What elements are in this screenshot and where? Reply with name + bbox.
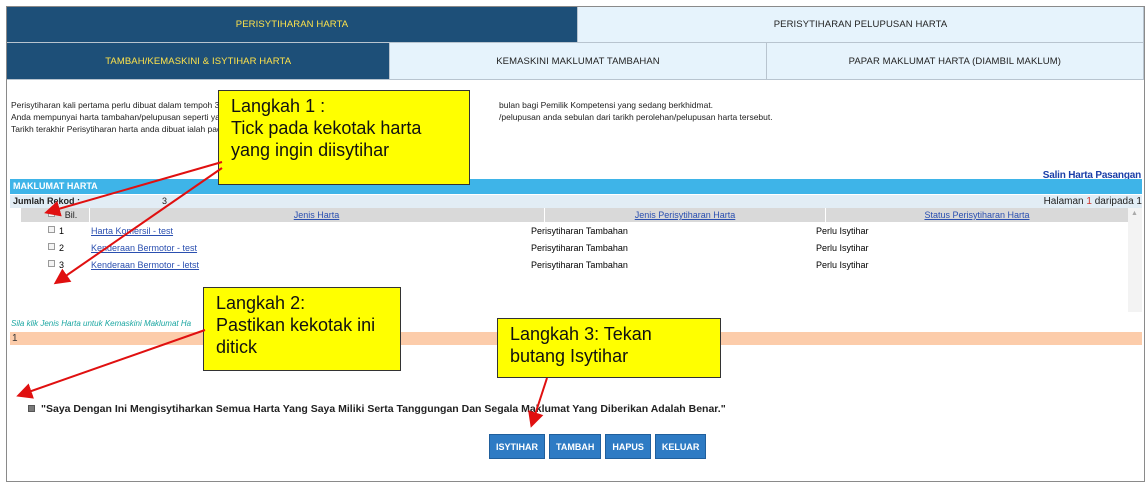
action-buttons: ISYTIHAR TAMBAH HAPUS KELUAR (489, 434, 707, 459)
row-no: 1 (59, 226, 65, 236)
intro-line1-right: bulan bagi Pemilik Kompetensi yang sedan… (499, 100, 714, 110)
callout-step1: Langkah 1 : Tick pada kekotak harta yang… (218, 90, 470, 185)
app-frame: PERISYTIHARAN HARTA PERISYTIHARAN PELUPU… (6, 6, 1145, 482)
table-row: 3 Kenderaan Bermotor - letst Perisytihar… (21, 257, 1128, 273)
table-scrollbar[interactable]: ▲ (1128, 208, 1142, 312)
hapus-button[interactable]: HAPUS (605, 434, 651, 459)
tab-perisytiharan-harta[interactable]: PERISYTIHARAN HARTA (7, 7, 578, 43)
record-count-value: 3 (162, 196, 168, 206)
callout-step2: Langkah 2: Pastikan kekotak ini ditick (203, 287, 401, 371)
row-jenis-perisytiharan: Perisytiharan Tambahan (531, 260, 628, 270)
table-header: Bil. Jenis Harta Jenis Perisytiharan Har… (21, 208, 1128, 222)
page-suffix: daripada 1 (1094, 196, 1142, 207)
select-all-checkbox[interactable] (48, 210, 55, 217)
row-jenis-perisytiharan: Perisytiharan Tambahan (531, 243, 628, 253)
hint-text: Sila klik Jenis Harta untuk Kemaskini Ma… (11, 319, 192, 328)
col-jenis-harta[interactable]: Jenis Harta (89, 208, 544, 222)
row-jenis-perisytiharan: Perisytiharan Tambahan (531, 226, 628, 236)
isytihar-button[interactable]: ISYTIHAR (489, 434, 546, 459)
scroll-up-icon[interactable]: ▲ (1131, 210, 1138, 217)
keluar-button[interactable]: KELUAR (654, 434, 707, 459)
tab-kemaskini-maklumat-tambahan[interactable]: KEMASKINI MAKLUMAT TAMBAHAN (390, 43, 767, 80)
tab-tambah-kemaskini-isytihar[interactable]: TAMBAH/KEMASKINI & ISYTIHAR HARTA (7, 43, 391, 80)
row-jenis-harta-link[interactable]: Kenderaan Bermotor - test (91, 240, 197, 256)
col-status-perisytiharan[interactable]: Status Perisytiharan Harta (826, 208, 1128, 222)
declaration-text: "Saya Dengan Ini Mengisytiharkan Semua H… (41, 403, 726, 415)
table-row: 1 Harta Komersil - test Perisytiharan Ta… (21, 223, 1128, 239)
row-checkbox[interactable] (48, 260, 55, 267)
intro-line2-left: Anda mempunyai harta tambahan/pelupusan … (11, 112, 230, 122)
col-bil: Bil. (64, 210, 78, 220)
row-status: Perlu Isytihar (816, 260, 869, 270)
section-header: MAKLUMAT HARTA (10, 179, 1142, 194)
intro-line3: Tarikh terakhir Perisytiharan harta anda… (11, 124, 241, 134)
col-jenis-perisytiharan[interactable]: Jenis Perisytiharan Harta (545, 208, 825, 222)
page-prefix: Halaman (1043, 196, 1084, 207)
declaration-checkbox[interactable] (28, 405, 35, 412)
callout-step2-title: Langkah 2: (216, 293, 306, 313)
pagination-info: Halaman 1 daripada 1 (1044, 195, 1142, 208)
tab-papar-maklumat-harta[interactable]: PAPAR MAKLUMAT HARTA (DIAMBIL MAKLUM) (766, 43, 1144, 80)
row-no: 2 (59, 243, 65, 253)
tab-perisytiharan-pelupusan-harta[interactable]: PERISYTIHARAN PELUPUSAN HARTA (578, 7, 1144, 43)
callout-step1-title: Langkah 1 : (231, 96, 326, 116)
callout-step1-text: Tick pada kekotak harta yang ingin diisy… (231, 118, 422, 160)
row-checkbox[interactable] (48, 226, 55, 233)
callout-step3: Langkah 3: Tekan butang Isytihar (497, 318, 721, 378)
page-current: 1 (1086, 196, 1092, 207)
row-jenis-harta-link[interactable]: Harta Komersil - test (91, 223, 173, 239)
table-row: 2 Kenderaan Bermotor - test Perisytihara… (21, 240, 1128, 256)
top-tab-row: PERISYTIHARAN HARTA PERISYTIHARAN PELUPU… (7, 7, 1144, 43)
record-info-row: Jumlah Rekod : 3 Halaman 1 daripada 1 (10, 195, 1142, 208)
intro-line1-left: Perisytiharan kali pertama perlu dibuat … (11, 100, 225, 110)
intro-line2-right: /pelupusan anda sebulan dari tarikh pero… (499, 112, 773, 122)
row-checkbox[interactable] (48, 243, 55, 250)
row-jenis-harta-link[interactable]: Kenderaan Bermotor - letst (91, 257, 199, 273)
row-no: 3 (59, 260, 65, 270)
row-status: Perlu Isytihar (816, 226, 869, 236)
record-count-label: Jumlah Rekod : (13, 196, 81, 206)
callout-step3-text: Langkah 3: Tekan butang Isytihar (510, 324, 652, 366)
callout-step2-text: Pastikan kekotak ini ditick (216, 315, 376, 357)
sub-tab-row: TAMBAH/KEMASKINI & ISYTIHAR HARTA KEMASK… (7, 43, 1144, 80)
row-status: Perlu Isytihar (816, 243, 869, 253)
tambah-button[interactable]: TAMBAH (549, 434, 602, 459)
